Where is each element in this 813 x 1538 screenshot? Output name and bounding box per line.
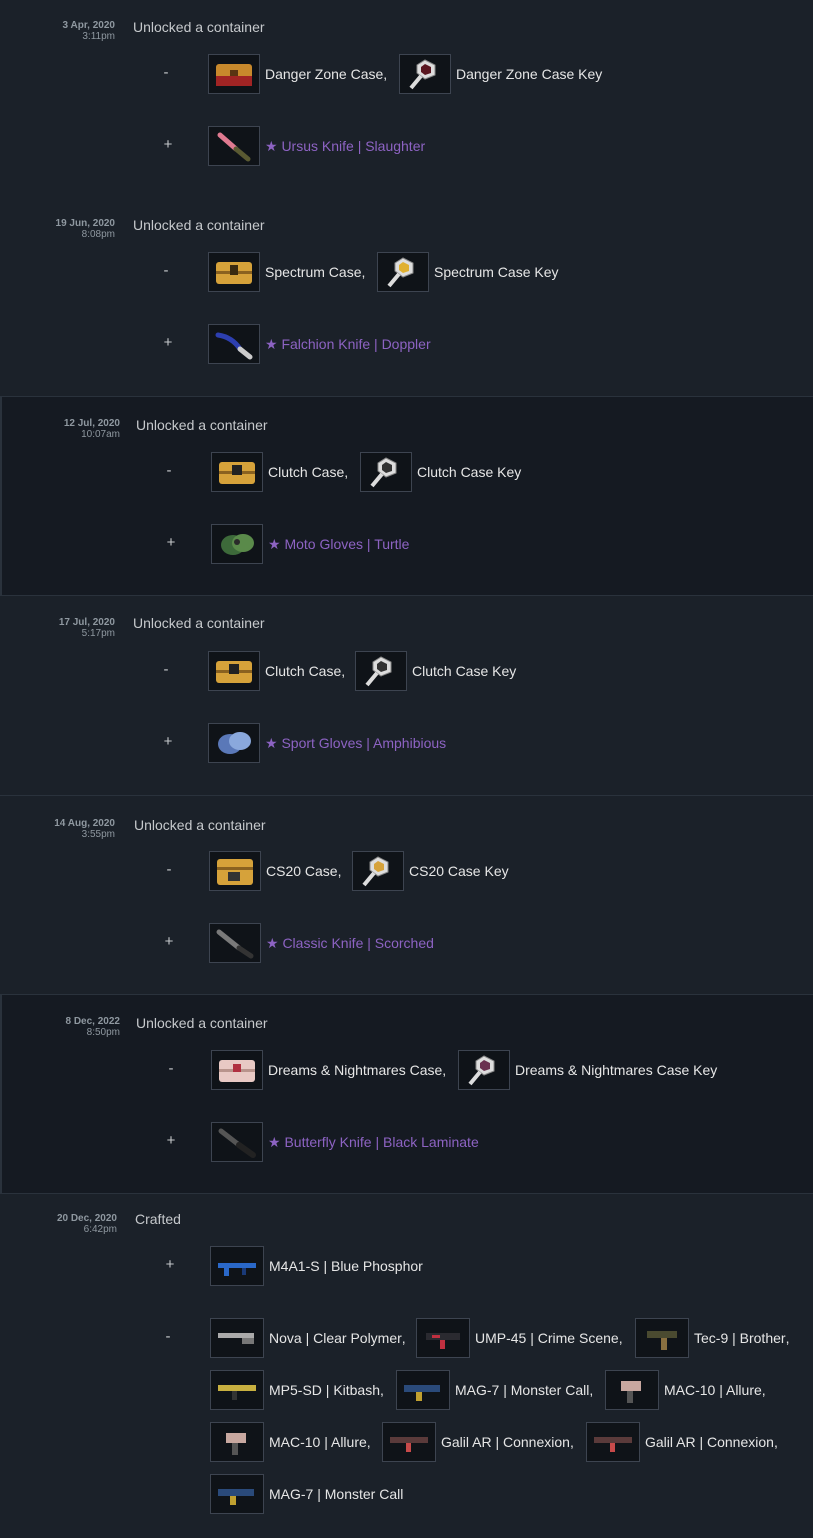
minus-sign: - bbox=[163, 661, 169, 678]
key-icon bbox=[399, 54, 451, 94]
pistol-icon bbox=[635, 1318, 689, 1358]
entry-date: 12 Jul, 2020 10:07am bbox=[63, 418, 120, 440]
history-entry: 14 Aug, 2020 3:55pm Unlocked a container … bbox=[0, 795, 813, 994]
item-dreams-nightmares-case[interactable]: Dreams & Nightmares Case, bbox=[211, 1049, 446, 1091]
case-icon bbox=[208, 252, 260, 292]
shotgun-icon bbox=[396, 1370, 450, 1410]
knife-icon bbox=[211, 1122, 263, 1162]
case-icon bbox=[208, 651, 260, 691]
entry-date: 8 Dec, 2022 8:50pm bbox=[65, 1016, 121, 1038]
key-icon bbox=[377, 252, 429, 292]
history-entry: 20 Dec, 2020 6:42pm Crafted + M4A1-S | Bl… bbox=[0, 1194, 813, 1538]
shotgun-icon bbox=[210, 1474, 264, 1514]
item-ump45-crime-scene[interactable]: UMP-45 | Crime Scene, bbox=[416, 1317, 623, 1359]
item-galil-ar-connexion[interactable]: Galil AR | Connexion, bbox=[382, 1421, 574, 1463]
history-entry: 3 Apr, 2020 3:11pm Unlocked a container -… bbox=[0, 0, 813, 197]
item-cs20-case[interactable]: CS20 Case, bbox=[209, 850, 341, 892]
item-falchion-knife[interactable]: ★ Falchion Knife | Doppler bbox=[208, 323, 431, 365]
shotgun-icon bbox=[210, 1318, 264, 1358]
entry-date: 14 Aug, 2020 3:55pm bbox=[54, 818, 115, 840]
item-clutch-case-key[interactable]: Clutch Case Key bbox=[355, 650, 516, 692]
history-entry: 19 Jun, 2020 8:08pm Unlocked a container … bbox=[0, 197, 813, 396]
item-danger-zone-case[interactable]: Danger Zone Case, bbox=[208, 53, 387, 95]
item-clutch-case-key[interactable]: Clutch Case Key bbox=[360, 451, 521, 493]
plus-sign: + bbox=[163, 136, 173, 153]
case-icon bbox=[208, 54, 260, 94]
entry-action: Unlocked a container bbox=[133, 615, 265, 631]
item-ursus-knife[interactable]: ★ Ursus Knife | Slaughter bbox=[208, 125, 425, 167]
minus-sign: - bbox=[168, 1060, 174, 1077]
rifle-icon bbox=[210, 1246, 264, 1286]
plus-sign: + bbox=[166, 534, 176, 551]
entry-date: 20 Dec, 2020 6:42pm bbox=[56, 1213, 117, 1235]
entry-action: Unlocked a container bbox=[134, 817, 266, 833]
plus-sign: + bbox=[163, 733, 173, 750]
plus-sign: + bbox=[164, 933, 174, 950]
case-icon bbox=[209, 851, 261, 891]
item-galil-ar-connexion[interactable]: Galil AR | Connexion, bbox=[586, 1421, 778, 1463]
entry-date: 19 Jun, 2020 8:08pm bbox=[55, 218, 115, 240]
entry-action: Unlocked a container bbox=[133, 217, 265, 233]
item-tec9-brother[interactable]: Tec-9 | Brother, bbox=[635, 1317, 789, 1359]
item-classic-knife[interactable]: ★ Classic Knife | Scorched bbox=[209, 922, 434, 964]
history-entry: 12 Jul, 2020 10:07am Unlocked a container… bbox=[0, 396, 813, 596]
key-icon bbox=[355, 651, 407, 691]
item-butterfly-knife[interactable]: ★ Butterfly Knife | Black Laminate bbox=[211, 1121, 479, 1163]
item-mag7-monster-call[interactable]: MAG-7 | Monster Call bbox=[210, 1473, 403, 1515]
entry-action: Unlocked a container bbox=[136, 417, 268, 433]
rifle-icon bbox=[586, 1422, 640, 1462]
entry-action: Unlocked a container bbox=[136, 1015, 268, 1031]
key-icon bbox=[360, 452, 412, 492]
item-danger-zone-case-key[interactable]: Danger Zone Case Key bbox=[399, 53, 602, 95]
minus-sign: - bbox=[166, 462, 172, 479]
item-mp5sd-kitbash[interactable]: MP5-SD | Kitbash, bbox=[210, 1369, 384, 1411]
item-clutch-case[interactable]: Clutch Case, bbox=[211, 451, 348, 493]
minus-sign: - bbox=[165, 1328, 171, 1345]
smg-icon bbox=[416, 1318, 470, 1358]
entry-action: Crafted bbox=[135, 1211, 181, 1227]
rifle-icon bbox=[382, 1422, 436, 1462]
item-spectrum-case-key[interactable]: Spectrum Case Key bbox=[377, 251, 559, 293]
gloves-icon bbox=[211, 524, 263, 564]
item-dreams-nightmares-case-key[interactable]: Dreams & Nightmares Case Key bbox=[458, 1049, 717, 1091]
smg-icon bbox=[210, 1422, 264, 1462]
item-cs20-case-key[interactable]: CS20 Case Key bbox=[352, 850, 509, 892]
key-icon bbox=[458, 1050, 510, 1090]
case-icon bbox=[211, 1050, 263, 1090]
minus-sign: - bbox=[163, 262, 169, 279]
item-mag7-monster-call[interactable]: MAG-7 | Monster Call, bbox=[396, 1369, 593, 1411]
entry-date: 3 Apr, 2020 3:11pm bbox=[62, 20, 115, 42]
history-entry: 8 Dec, 2022 8:50pm Unlocked a container -… bbox=[0, 994, 813, 1194]
knife-icon bbox=[209, 923, 261, 963]
plus-sign: + bbox=[165, 1256, 175, 1273]
entry-date: 17 Jul, 2020 5:17pm bbox=[58, 617, 115, 639]
item-clutch-case[interactable]: Clutch Case, bbox=[208, 650, 345, 692]
key-icon bbox=[352, 851, 404, 891]
item-nova-clear-polymer[interactable]: Nova | Clear Polymer, bbox=[210, 1317, 406, 1359]
minus-sign: - bbox=[163, 64, 169, 81]
gloves-icon bbox=[208, 723, 260, 763]
item-mac10-allure[interactable]: MAC-10 | Allure, bbox=[210, 1421, 371, 1463]
item-mac10-allure[interactable]: MAC-10 | Allure, bbox=[605, 1369, 766, 1411]
plus-sign: + bbox=[166, 1132, 176, 1149]
entry-action: Unlocked a container bbox=[133, 19, 265, 35]
smg-icon bbox=[605, 1370, 659, 1410]
knife-icon bbox=[208, 126, 260, 166]
item-sport-gloves[interactable]: ★ Sport Gloves | Amphibious bbox=[208, 722, 446, 764]
knife-icon bbox=[208, 324, 260, 364]
item-spectrum-case[interactable]: Spectrum Case, bbox=[208, 251, 365, 293]
minus-sign: - bbox=[166, 861, 172, 878]
item-m4a1s-blue-phosphor[interactable]: M4A1-S | Blue Phosphor bbox=[210, 1245, 423, 1287]
item-moto-gloves[interactable]: ★ Moto Gloves | Turtle bbox=[211, 523, 409, 565]
plus-sign: + bbox=[163, 334, 173, 351]
case-icon bbox=[211, 452, 263, 492]
smg-icon bbox=[210, 1370, 264, 1410]
history-entry: 17 Jul, 2020 5:17pm Unlocked a container … bbox=[0, 596, 813, 795]
